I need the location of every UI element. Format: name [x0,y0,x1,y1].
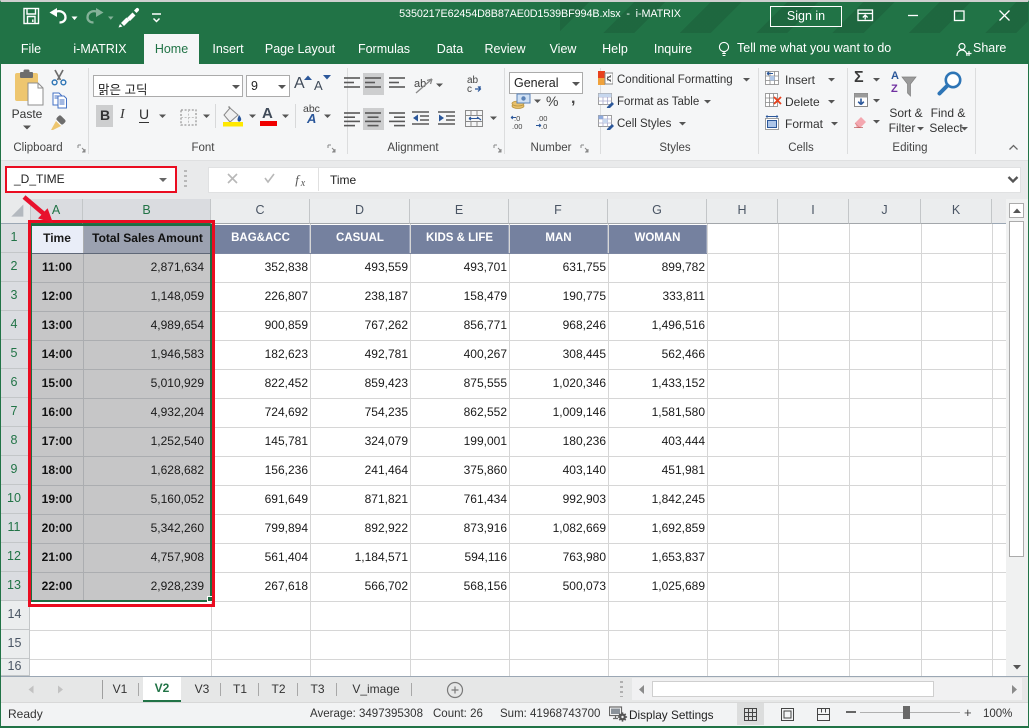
svg-text:ab: ab [414,78,426,90]
svg-text:.00: .00 [512,122,522,130]
svg-text:x: x [300,178,306,188]
svg-text:c: c [467,84,472,94]
svg-text:.0: .0 [541,122,547,130]
